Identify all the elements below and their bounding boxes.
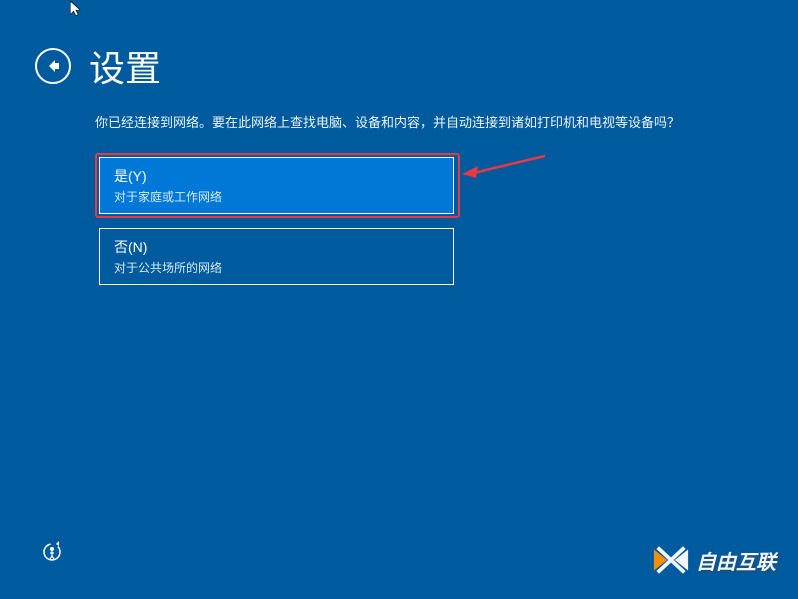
option-yes-button[interactable]: 是(Y) 对于家庭或工作网络 [99, 157, 454, 214]
watermark-logo-icon [652, 545, 690, 575]
option-no-sublabel: 对于公共场所的网络 [114, 259, 439, 276]
header: 设置 [0, 0, 798, 112]
network-description: 你已经连接到网络。要在此网络上查找电脑、设备和内容，并自动连接到诸如打印机和电视… [95, 112, 703, 131]
watermark-text: 自由互联 [696, 546, 776, 575]
option-no-label: 否(N) [114, 237, 439, 257]
back-arrow-icon [45, 58, 61, 74]
option-yes-sublabel: 对于家庭或工作网络 [114, 188, 439, 205]
content-area: 你已经连接到网络。要在此网络上查找电脑、设备和内容，并自动连接到诸如打印机和电视… [0, 112, 798, 285]
highlight-annotation: 是(Y) 对于家庭或工作网络 [95, 153, 460, 218]
back-button[interactable] [35, 48, 71, 84]
accessibility-icon[interactable] [40, 540, 64, 564]
watermark: 自由互联 [652, 545, 776, 575]
option-yes-label: 是(Y) [114, 166, 439, 186]
bottom-left-controls [40, 540, 64, 569]
option-no-button[interactable]: 否(N) 对于公共场所的网络 [99, 228, 454, 285]
page-title: 设置 [89, 40, 161, 92]
